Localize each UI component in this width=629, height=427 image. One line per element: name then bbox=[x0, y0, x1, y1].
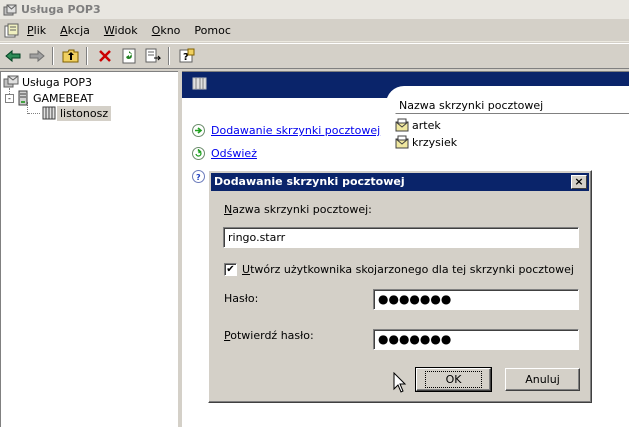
tree-item-domain[interactable]: listonosz bbox=[41, 105, 112, 121]
mailbox-icon bbox=[395, 135, 409, 149]
list-item[interactable]: krzysiek bbox=[395, 134, 457, 150]
tree-line bbox=[28, 113, 40, 114]
menu-help[interactable]: Pomoc bbox=[194, 24, 238, 37]
add-mailbox-link[interactable]: Dodawanie skrzynki pocztowej bbox=[211, 124, 380, 137]
dialog-title-bar: Dodawanie skrzynki pocztowej × bbox=[211, 173, 589, 191]
delete-icon[interactable] bbox=[94, 45, 116, 67]
toolbar-separator bbox=[168, 47, 170, 65]
console-tree: Usługa POP3 - GAMEBEAT listonosz bbox=[0, 71, 178, 427]
refresh-link[interactable]: Odśwież bbox=[211, 147, 257, 160]
toolbar: ? bbox=[0, 43, 629, 69]
mailbox-name-input[interactable]: ringo.starr bbox=[223, 227, 579, 248]
pop3-service-icon bbox=[3, 4, 17, 15]
close-icon[interactable]: × bbox=[571, 175, 587, 189]
toolbar-separator bbox=[52, 47, 54, 65]
menu-bar: Plik Akcja Widok Okno Pomoc bbox=[0, 20, 629, 42]
collapse-icon[interactable]: - bbox=[5, 93, 14, 103]
confirm-password-input[interactable]: ●●●●●●● bbox=[373, 329, 579, 350]
mailbox-icon bbox=[395, 118, 409, 132]
refresh-icon[interactable] bbox=[118, 45, 140, 67]
export-list-icon[interactable] bbox=[142, 45, 164, 67]
menu-action[interactable]: Akcja bbox=[60, 24, 98, 37]
help-icon: ? bbox=[192, 170, 205, 183]
toolbar-separator bbox=[86, 47, 88, 65]
column-header-mailbox-name[interactable]: Nazwa skrzynki pocztowej bbox=[395, 98, 629, 114]
task-refresh[interactable]: Odśwież bbox=[192, 147, 257, 160]
forward-arrow-icon[interactable] bbox=[26, 45, 48, 67]
mailbox-name-label: Nazwa skrzynki pocztowej: bbox=[224, 203, 372, 216]
task-add-mailbox[interactable]: Dodawanie skrzynki pocztowej bbox=[192, 124, 380, 137]
password-input[interactable]: ●●●●●●● bbox=[373, 289, 579, 310]
help-icon[interactable]: ? bbox=[176, 45, 198, 67]
mailbox-name: krzysiek bbox=[412, 135, 458, 149]
window-title-bar: Usługa POP3 bbox=[0, 0, 629, 19]
dialog-title: Dodawanie skrzynki pocztowej bbox=[214, 175, 405, 188]
tree-item-label: Usługa POP3 bbox=[22, 75, 93, 89]
tree-item-label: GAMEBEAT bbox=[33, 91, 94, 105]
arrow-right-icon bbox=[192, 124, 205, 137]
mouse-cursor-icon bbox=[393, 372, 407, 393]
create-user-checkbox[interactable]: ✔ bbox=[224, 263, 237, 276]
cancel-button-label: Anuluj bbox=[525, 373, 560, 386]
window-title: Usługa POP3 bbox=[21, 3, 101, 16]
confirm-password-label: Potwierdź hasło: bbox=[224, 329, 314, 342]
tree-item-server[interactable]: - GAMEBEAT bbox=[5, 90, 96, 106]
add-mailbox-dialog: Dodawanie skrzynki pocztowej × Nazwa skr… bbox=[208, 170, 592, 403]
ok-button-label: OK bbox=[424, 371, 483, 388]
back-arrow-icon[interactable] bbox=[2, 45, 24, 67]
console-document-icon[interactable] bbox=[3, 23, 19, 39]
menu-window[interactable]: Okno bbox=[152, 24, 189, 37]
mail-domain-icon bbox=[42, 106, 56, 120]
password-label: Hasło: bbox=[224, 292, 259, 305]
mail-domain-icon bbox=[192, 77, 207, 90]
ok-button[interactable]: OK bbox=[415, 367, 492, 392]
server-icon bbox=[18, 90, 28, 106]
create-user-checkbox-label[interactable]: Utwórz użytkownika skojarzonego dla tej … bbox=[242, 263, 574, 276]
refresh-icon bbox=[192, 147, 205, 160]
menu-file[interactable]: Plik bbox=[27, 24, 54, 37]
cancel-button[interactable]: Anuluj bbox=[505, 368, 580, 391]
pop3-service-icon bbox=[3, 75, 19, 88]
menu-view[interactable]: Widok bbox=[104, 24, 146, 37]
svg-text:?: ? bbox=[196, 173, 201, 181]
tree-item-label: listonosz bbox=[57, 105, 112, 121]
up-folder-icon[interactable] bbox=[60, 45, 82, 67]
list-item[interactable]: artek bbox=[395, 117, 441, 133]
tree-item-pop3-service[interactable]: Usługa POP3 bbox=[3, 74, 95, 90]
mailbox-name: artek bbox=[412, 118, 441, 132]
